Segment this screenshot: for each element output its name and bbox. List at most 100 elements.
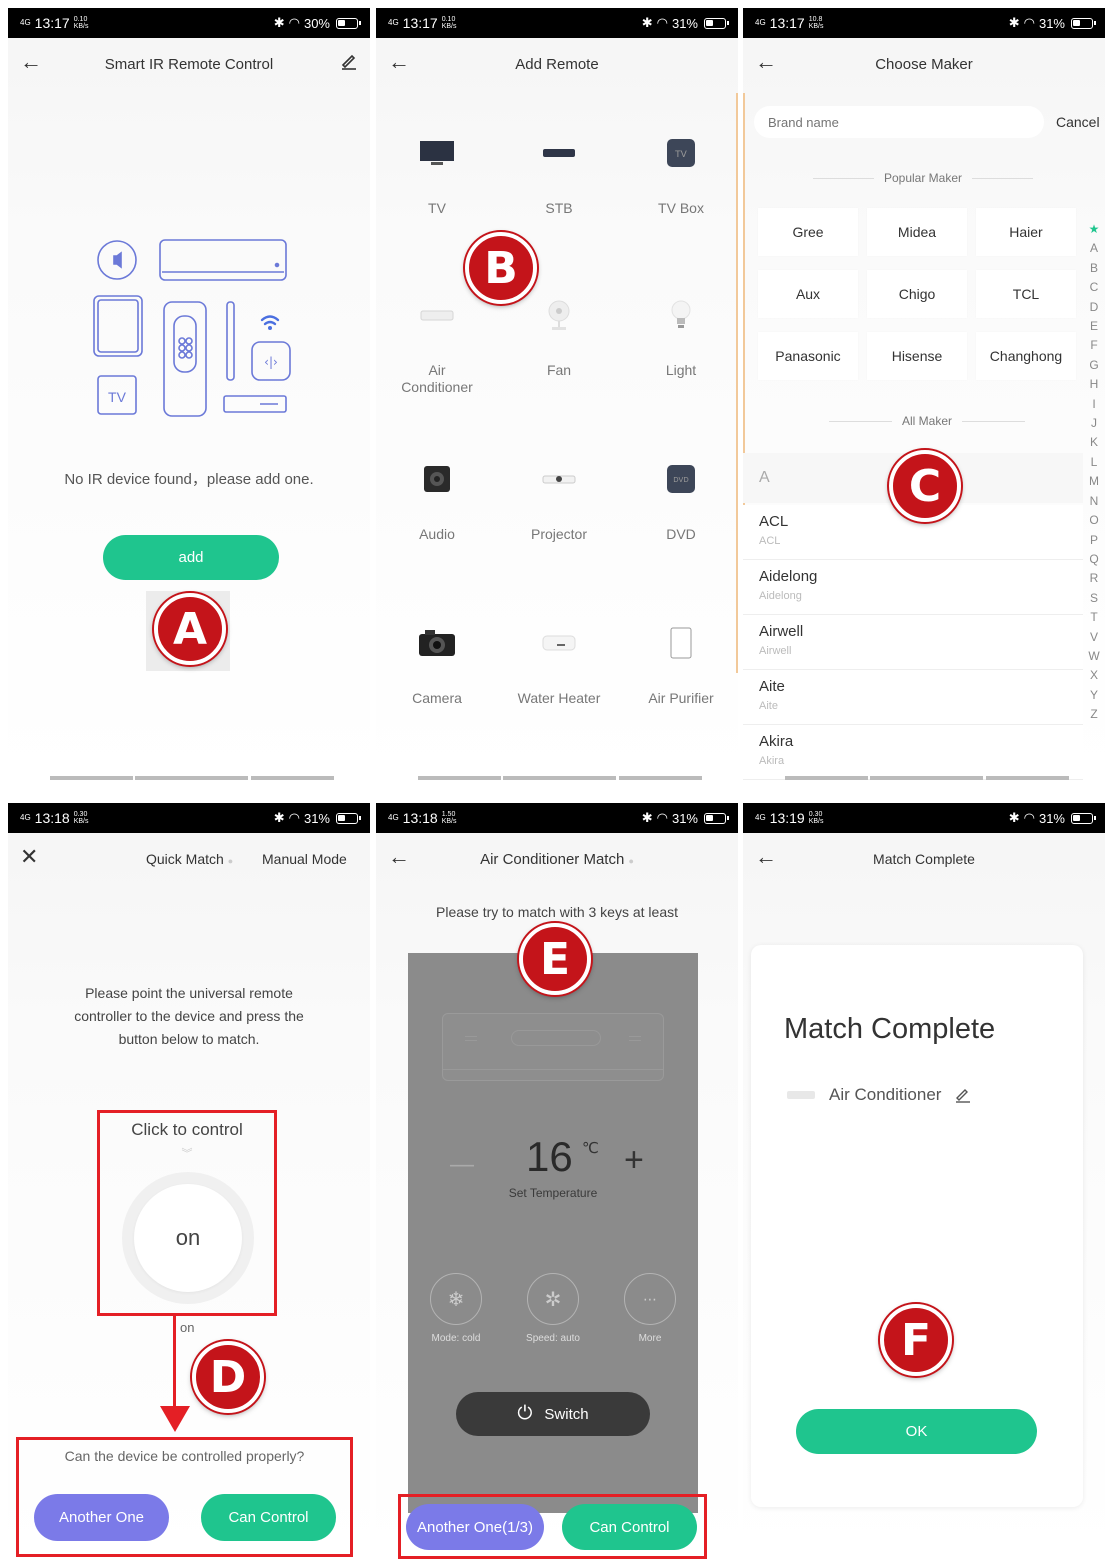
temp-minus-button[interactable]: —	[450, 1151, 474, 1179]
alpha-letter[interactable]: Y	[1087, 686, 1101, 705]
back-arrow-icon[interactable]: ←	[755, 846, 777, 868]
alpha-letter[interactable]: F	[1087, 336, 1101, 355]
status-bar: 4G 13:17 10.8 KB/s ✱ ◠ 31%	[743, 8, 1105, 38]
alpha-letter[interactable]: R	[1087, 569, 1101, 588]
category-tv[interactable]: TV	[376, 98, 498, 260]
device-row[interactable]: Air Conditioner	[787, 1085, 971, 1105]
alpha-letter[interactable]: O	[1087, 511, 1101, 530]
on-button[interactable]: on	[134, 1184, 242, 1292]
status-bar: 4G 13:17 0.10 KB/s ✱ ◠ 31%	[376, 8, 738, 38]
battery-percent: 31%	[1038, 15, 1065, 31]
alpha-letter[interactable]: E	[1087, 317, 1101, 336]
alpha-letter[interactable]: P	[1087, 531, 1101, 550]
brand-search-input[interactable]	[754, 106, 1044, 138]
speed-unit: KB/s	[441, 818, 457, 825]
alpha-letter[interactable]: J	[1087, 414, 1101, 433]
network-speed: 0.10 KB/s	[442, 16, 457, 30]
maker-changhong[interactable]: Changhong	[976, 332, 1076, 380]
network-speed: 0.10 KB/s	[74, 16, 89, 30]
add-button[interactable]: add	[103, 535, 279, 580]
alpha-letter[interactable]: B	[1087, 259, 1101, 278]
brand-row[interactable]: Aite Aite	[743, 670, 1083, 725]
back-arrow-icon[interactable]: ←	[388, 846, 410, 868]
speed-button[interactable]: ✲	[527, 1273, 579, 1325]
back-arrow-icon[interactable]: ←	[388, 51, 410, 73]
maker-midea[interactable]: Midea	[867, 208, 967, 256]
alpha-letter[interactable]: M	[1087, 472, 1101, 491]
alpha-letter[interactable]: H	[1087, 375, 1101, 394]
back-arrow-icon[interactable]: ←	[20, 51, 42, 73]
category-dvd[interactable]: DVD DVD	[620, 424, 738, 586]
brand-row[interactable]: Airwell Airwell	[743, 615, 1083, 670]
ok-button[interactable]: OK	[796, 1409, 1037, 1454]
network-label: 4G	[755, 18, 766, 27]
brand-row[interactable]: Aidelong Aidelong	[743, 560, 1083, 615]
battery-icon	[704, 812, 729, 824]
maker-tcl[interactable]: TCL	[976, 270, 1076, 318]
another-one-button[interactable]: Another One	[34, 1494, 169, 1541]
alpha-letter[interactable]: T	[1087, 608, 1101, 627]
category-projector[interactable]: Projector	[498, 424, 620, 586]
temp-plus-button[interactable]: +	[624, 1143, 644, 1177]
back-arrow-icon[interactable]: ←	[755, 51, 777, 73]
category-tv-box[interactable]: TV TV Box	[620, 98, 738, 260]
tab-quick-match[interactable]: Quick Match ●	[146, 851, 233, 867]
wifi-icon: ◠	[656, 15, 668, 30]
panel-ac-match: 4G 13:18 1.50 KB/s ✱ ◠ 31% ← Air Conditione…	[376, 803, 738, 1559]
category-label: Audio	[419, 526, 455, 542]
tv-icon	[420, 141, 454, 165]
tab-manual-mode[interactable]: Manual Mode	[262, 851, 347, 867]
alpha-letter[interactable]: K	[1087, 433, 1101, 452]
alpha-letter[interactable]: S	[1087, 589, 1101, 608]
alpha-star-icon[interactable]: ★	[1087, 220, 1101, 239]
category-light[interactable]: Light	[620, 260, 738, 422]
category-camera[interactable]: Camera	[376, 588, 498, 750]
alpha-letter[interactable]: W	[1087, 647, 1101, 666]
alpha-letter[interactable]: Z	[1087, 705, 1101, 724]
alpha-letter[interactable]: L	[1087, 453, 1101, 472]
speed-value: 10.8	[808, 16, 823, 23]
bluetooth-icon: ✱	[1008, 15, 1020, 30]
bluetooth-icon: ✱	[273, 810, 285, 825]
alpha-letter[interactable]: V	[1087, 628, 1101, 647]
category-water-heater[interactable]: Water Heater	[498, 588, 620, 750]
edit-icon[interactable]	[955, 1087, 971, 1103]
alphabet-index[interactable]: ★ A B C D E F G H I J K L M N O P Q R S …	[1087, 220, 1101, 725]
network-label: 4G	[388, 18, 399, 27]
cancel-button[interactable]: Cancel	[1056, 114, 1100, 130]
edit-icon[interactable]	[340, 52, 358, 70]
category-label: TV Box	[658, 200, 704, 216]
mode-button[interactable]: ❄	[430, 1273, 482, 1325]
power-icon: ⏻	[517, 1403, 533, 1424]
alpha-letter[interactable]: X	[1087, 666, 1101, 685]
close-icon[interactable]: ✕	[20, 846, 38, 868]
alpha-letter[interactable]: C	[1087, 278, 1101, 297]
alpha-letter[interactable]: I	[1087, 395, 1101, 414]
panel-add-remote: 4G 13:17 0.10 KB/s ✱ ◠ 31% ← Add Remote TV …	[376, 8, 738, 780]
alpha-letter[interactable]: N	[1087, 492, 1101, 511]
alpha-letter[interactable]: A	[1087, 239, 1101, 258]
maker-panasonic[interactable]: Panasonic	[758, 332, 858, 380]
alpha-letter[interactable]: G	[1087, 356, 1101, 375]
maker-gree[interactable]: Gree	[758, 208, 858, 256]
category-audio[interactable]: Audio	[376, 424, 498, 586]
maker-chigo[interactable]: Chigo	[867, 270, 967, 318]
network-label: 4G	[755, 813, 766, 822]
camera-icon	[419, 630, 455, 656]
alpha-letter[interactable]: Q	[1087, 550, 1101, 569]
speed-unit: KB/s	[441, 23, 457, 30]
maker-haier[interactable]: Haier	[976, 208, 1076, 256]
maker-hisense[interactable]: Hisense	[867, 332, 967, 380]
another-one-button[interactable]: Another One(1/3)	[406, 1504, 544, 1550]
more-label: More	[638, 1333, 662, 1344]
speed-value: 1.50	[441, 811, 456, 818]
status-time: 13:19	[769, 810, 805, 826]
maker-aux[interactable]: Aux	[758, 270, 858, 318]
can-control-button[interactable]: Can Control	[201, 1494, 336, 1541]
can-control-button[interactable]: Can Control	[562, 1504, 697, 1550]
more-button[interactable]: ⋯	[624, 1273, 676, 1325]
category-air-purifier[interactable]: Air Purifier	[620, 588, 738, 750]
switch-button[interactable]: ⏻ Switch	[456, 1392, 650, 1436]
brand-row[interactable]: Akira Akira	[743, 725, 1083, 780]
alpha-letter[interactable]: D	[1087, 298, 1101, 317]
